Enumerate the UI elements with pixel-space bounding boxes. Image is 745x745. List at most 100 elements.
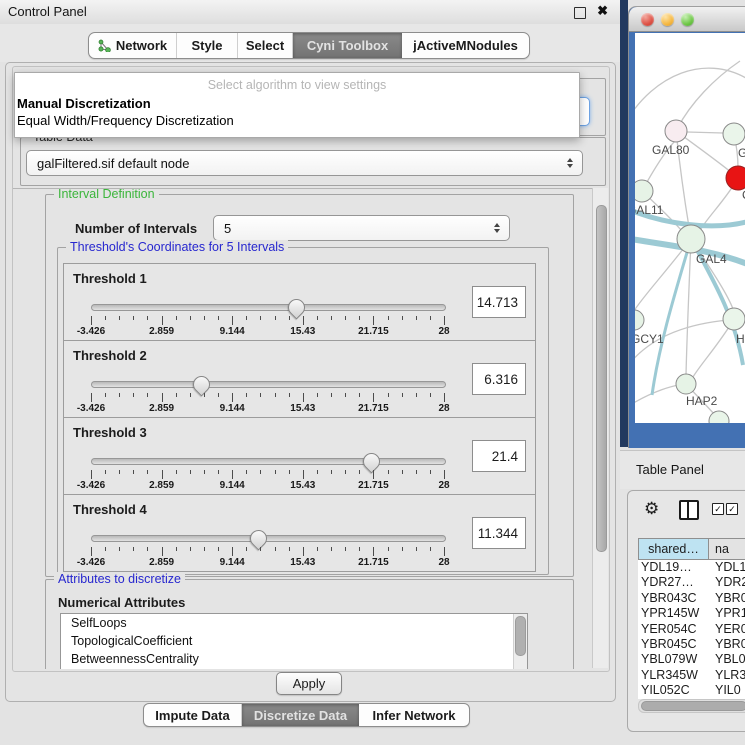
- combo-spinner-icon: [494, 223, 500, 233]
- table-panel-titlebar: Table Panel: [620, 450, 745, 489]
- numerical-attributes-list: SelfLoopsTopologicalCoefficientBetweenne…: [60, 613, 528, 669]
- list-scrollbar-thumb[interactable]: [515, 616, 526, 656]
- split-panel-icon[interactable]: [679, 500, 699, 520]
- numerical-attributes-label: Numerical Attributes: [58, 595, 185, 610]
- top-tab-strip: Network Style Select Cyni Toolbox jActiv…: [0, 24, 620, 62]
- network-canvas[interactable]: GAL80GACGAL11GAL4GCY1HHAP2: [635, 33, 745, 423]
- tab-style[interactable]: Style: [177, 33, 238, 58]
- threshold-row-4: Threshold 4 -3.4262.8599.14415.4321.71528…: [64, 495, 535, 571]
- attribute-item[interactable]: BetweennessCentrality: [61, 650, 527, 668]
- threshold-label: Threshold 1: [73, 271, 147, 286]
- tab-infer-network[interactable]: Infer Network: [359, 704, 469, 726]
- dropdown-option-manual[interactable]: Manual Discretization: [17, 96, 151, 111]
- cell-name: YBR0: [708, 591, 745, 606]
- column-header-shared-name[interactable]: shared…: [639, 539, 709, 559]
- threshold-value-field[interactable]: 14.713: [472, 286, 526, 318]
- table-row[interactable]: YPR145WYPR1: [638, 606, 745, 621]
- network-node-c[interactable]: [726, 166, 745, 190]
- network-node-h[interactable]: [723, 308, 745, 330]
- cell-shared-name: YBR043C: [638, 591, 708, 606]
- close-traffic-light[interactable]: [641, 13, 654, 26]
- num-intervals-label: Number of Intervals: [75, 221, 197, 236]
- table-row[interactable]: YBR043CYBR0: [638, 591, 745, 606]
- network-node[interactable]: [709, 411, 729, 423]
- attribute-item[interactable]: TopologicalCoefficient: [61, 632, 527, 650]
- minimize-traffic-light[interactable]: [661, 13, 674, 26]
- tab-cyni-toolbox[interactable]: Cyni Toolbox: [293, 33, 402, 58]
- column-header-name[interactable]: na: [709, 539, 745, 559]
- network-icon: [98, 39, 111, 52]
- network-edge: [686, 239, 691, 375]
- network-edge: [635, 385, 679, 405]
- settings-scrollbar-thumb[interactable]: [596, 205, 607, 552]
- table-row[interactable]: YIL052CYIL0: [638, 683, 745, 698]
- close-icon[interactable]: ✖: [597, 3, 608, 19]
- network-node-gcy1[interactable]: [635, 310, 644, 330]
- select-columns-icons[interactable]: ✓ ✓: [712, 503, 738, 515]
- apply-button[interactable]: Apply: [276, 672, 342, 695]
- table-hscrollbar-thumb[interactable]: [641, 701, 745, 711]
- table-hscrollbar[interactable]: [638, 699, 745, 713]
- threshold-value-field[interactable]: 11.344: [472, 517, 526, 549]
- slider-tick-labels: -3.4262.8599.14415.4321.71528: [91, 557, 444, 569]
- table-row[interactable]: YER054CYER0: [638, 622, 745, 637]
- dropdown-option-equal-width[interactable]: Equal Width/Frequency Discretization: [17, 113, 234, 128]
- settings-scrollbar[interactable]: [592, 188, 608, 668]
- list-scrollbar[interactable]: [513, 614, 527, 669]
- combo-spinner-icon: [567, 158, 573, 168]
- threshold-row-2: Threshold 2-3.4262.8599.14415.4321.71528…: [64, 341, 535, 418]
- threshold-list: Threshold 1 -3.4262.8599.14415.4321.71528…: [63, 263, 536, 572]
- attributes-group-title: Attributes to discretize: [54, 572, 185, 586]
- attribute-item[interactable]: SelfLoops: [61, 614, 527, 632]
- network-node-ga[interactable]: [723, 123, 745, 145]
- table-row[interactable]: YBL079WYBL0: [638, 652, 745, 667]
- table-row[interactable]: YBR045CYBR0: [638, 637, 745, 652]
- table-row[interactable]: YLR345WYLR3: [638, 668, 745, 683]
- network-edge: [687, 132, 723, 133]
- threshold-slider-track[interactable]: [91, 381, 446, 388]
- table-data-combobox[interactable]: galFiltered.sif default node: [26, 150, 583, 176]
- cell-name: YDR2: [708, 575, 745, 590]
- table-settings-gear-icon[interactable]: ⚙: [644, 500, 659, 519]
- control-panel-titlebar: Control Panel ✖: [0, 0, 620, 25]
- network-edge: [635, 68, 745, 123]
- table-row[interactable]: YDR27…YDR2: [638, 575, 745, 590]
- threshold-slider-track[interactable]: [91, 304, 446, 311]
- node-label: GAL4: [696, 252, 727, 266]
- slider-tick-labels: -3.4262.8599.14415.4321.71528: [91, 326, 444, 338]
- threshold-label: Threshold 4: [73, 502, 147, 517]
- tab-network[interactable]: Network: [89, 33, 177, 58]
- cell-shared-name: YLR345W: [638, 668, 708, 683]
- network-node-hap2[interactable]: [676, 374, 696, 394]
- tab-jactivemnodules[interactable]: jActiveMNodules: [402, 33, 529, 58]
- threshold-value-field[interactable]: 6.316: [472, 363, 526, 395]
- cell-shared-name: YPR145W: [638, 606, 708, 621]
- table-row[interactable]: YDL19…YDL1: [638, 560, 745, 575]
- cell-name: YBR0: [708, 637, 745, 652]
- cell-shared-name: YIL052C: [638, 683, 708, 698]
- panel-divider[interactable]: [620, 0, 628, 447]
- num-intervals-value: 5: [224, 221, 231, 236]
- zoom-traffic-light[interactable]: [681, 13, 694, 26]
- network-node-gal4[interactable]: [677, 225, 705, 253]
- threshold-label: Threshold 2: [73, 348, 147, 363]
- network-node-gal80[interactable]: [665, 120, 687, 142]
- tab-discretize-data[interactable]: Discretize Data: [242, 704, 359, 726]
- settings-viewport: Interval Definition Number of Intervals …: [13, 188, 592, 669]
- tab-impute-data[interactable]: Impute Data: [144, 704, 242, 726]
- node-label: GAL80: [652, 143, 690, 157]
- num-intervals-combobox[interactable]: 5: [213, 215, 510, 241]
- screen: { "window": {"title": "Control Panel"}, …: [0, 0, 745, 745]
- network-window: GAL80GACGAL11GAL4GCY1HHAP2: [628, 6, 745, 448]
- float-window-icon[interactable]: [574, 7, 586, 19]
- threshold-slider-track[interactable]: [91, 458, 446, 465]
- tab-select[interactable]: Select: [238, 33, 293, 58]
- table-header-row: shared… na: [638, 538, 745, 560]
- algorithm-dropdown-popup: Select algorithm to view settings Manual…: [14, 72, 580, 138]
- cell-name: YLR3: [708, 668, 745, 683]
- network-node-gal11[interactable]: [635, 180, 653, 202]
- node-label: GCY1: [635, 332, 664, 346]
- threshold-slider-track[interactable]: [91, 535, 446, 542]
- network-window-titlebar[interactable]: [629, 7, 745, 32]
- threshold-value-field[interactable]: 21.4: [472, 440, 526, 472]
